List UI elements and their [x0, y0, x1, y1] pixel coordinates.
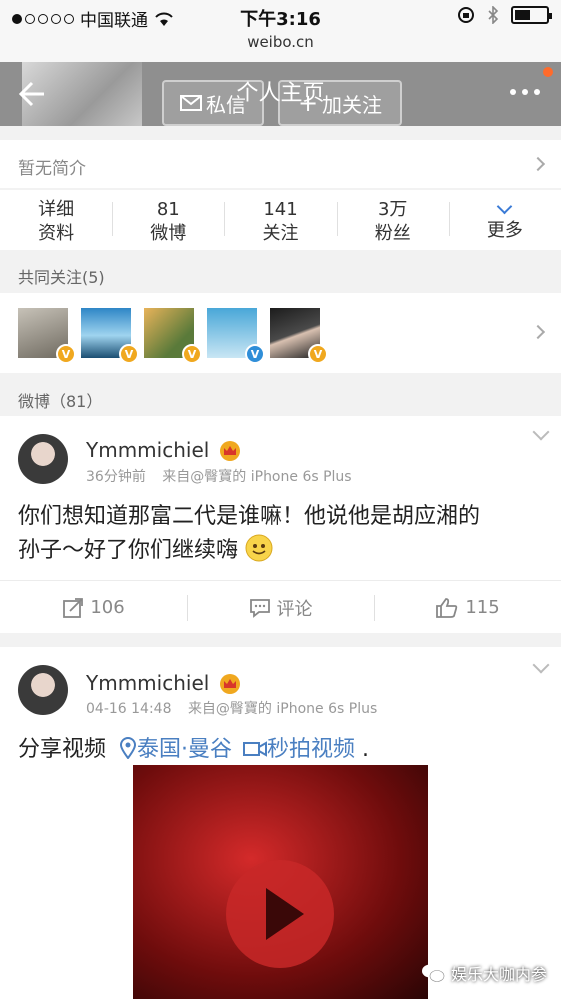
page-title: 个人主页: [236, 81, 325, 106]
video-camera-icon: [243, 741, 268, 757]
post-text-suffix: .: [362, 737, 370, 762]
stat-bottom: 粉丝: [374, 223, 411, 244]
stat-bottom: 微博: [150, 223, 187, 244]
stat-bottom: 资料: [38, 223, 75, 244]
battery-icon: [511, 6, 552, 24]
stat-more[interactable]: 更多: [448, 190, 561, 250]
notification-dot: [543, 67, 553, 77]
intro-text: 暂无简介: [18, 159, 86, 179]
stat-bottom: 关注: [262, 223, 299, 244]
common-follow-list[interactable]: V V V V V: [0, 293, 561, 373]
like-button[interactable]: 115: [374, 581, 561, 634]
stat-weibo[interactable]: 81 微博: [112, 190, 224, 250]
post-card: Ymmmichiel 36分钟前 来自@臀寶的 iPhone 6s Plus 你…: [0, 416, 561, 633]
comment-button[interactable]: 评论: [187, 581, 374, 634]
stat-followers[interactable]: 3万 粉丝: [336, 190, 449, 250]
wechat-icon: [421, 964, 445, 982]
stat-following[interactable]: 141 关注: [224, 190, 336, 250]
orientation-lock-icon: [458, 7, 474, 23]
video-thumbnail[interactable]: [133, 765, 428, 999]
profile-header: 私信 + 加关注 个人主页: [0, 62, 561, 126]
like-count: 115: [465, 597, 500, 618]
post-source: 来自@臀寶的 iPhone 6s Plus: [187, 701, 378, 717]
stat-top: 141: [263, 199, 298, 220]
stat-top: 81: [156, 199, 180, 220]
follow-avatar[interactable]: V: [207, 308, 265, 364]
play-button-icon[interactable]: [226, 860, 334, 968]
repost-count: 106: [90, 597, 125, 618]
stat-details[interactable]: 详细 资料: [0, 190, 112, 250]
vip-crown-icon: [220, 441, 240, 461]
watermark: 娱乐大咖内参: [421, 961, 547, 985]
status-bar: 中国联通 下午3:16 weibo.cn: [0, 0, 561, 62]
post-avatar[interactable]: [18, 434, 68, 484]
verified-badge-icon: V: [182, 344, 202, 364]
smile-emoji-icon: [245, 534, 273, 562]
follow-avatar[interactable]: V: [18, 308, 76, 364]
post-username[interactable]: Ymmmichiel: [86, 671, 209, 695]
follow-avatar[interactable]: V: [144, 308, 202, 364]
common-follow-header: 共同关注(5): [18, 268, 105, 287]
thumbs-up-icon: [436, 597, 458, 618]
bluetooth-icon: [488, 6, 499, 24]
post-meta: 36分钟前 来自@臀寶的 iPhone 6s Plus: [86, 466, 352, 486]
repost-button[interactable]: 106: [0, 581, 187, 634]
location-pin-icon: [120, 737, 137, 760]
post-actions: 106 评论 115: [0, 580, 561, 634]
repost-icon: [63, 597, 84, 618]
more-options-icon[interactable]: [507, 80, 543, 104]
watermark-text: 娱乐大咖内参: [450, 965, 547, 984]
comment-label: 评论: [276, 598, 313, 620]
post-time: 36分钟前: [86, 469, 146, 485]
stat-top: 详细: [38, 199, 75, 220]
chevron-down-icon: [497, 198, 513, 215]
stat-bottom: 更多: [486, 220, 523, 241]
verified-badge-icon: V: [56, 344, 76, 364]
stat-top: 3万: [377, 199, 408, 220]
post-text-prefix: 分享视频: [18, 737, 107, 762]
follow-avatar[interactable]: V: [81, 308, 139, 364]
verified-badge-icon: V: [119, 344, 139, 364]
post-menu-chevron-icon[interactable]: [532, 656, 550, 674]
profile-intro-row[interactable]: 暂无简介: [0, 140, 561, 188]
post-text-line: 你们想知道那富二代是谁嘛！他说他是胡应湘的: [18, 504, 481, 529]
follow-avatar[interactable]: V: [270, 308, 328, 364]
chevron-right-icon: [530, 324, 546, 340]
vip-crown-icon: [220, 674, 240, 694]
post-source: 来自@臀寶的 iPhone 6s Plus: [162, 469, 352, 485]
post-text-line: 孙子～好了你们继续嗨: [18, 534, 480, 568]
post-username[interactable]: Ymmmichiel: [86, 438, 209, 462]
chevron-right-icon: [530, 156, 546, 172]
profile-stats: 详细 资料 81 微博 141 关注 3万 粉丝 更多: [0, 190, 561, 250]
post-meta: 04-16 14:48 来自@臀寶的 iPhone 6s Plus: [86, 698, 377, 718]
post-time: 04-16 14:48: [86, 701, 172, 717]
comment-icon: [249, 598, 270, 618]
post-menu-chevron-icon[interactable]: [532, 423, 550, 441]
page-url[interactable]: weibo.cn: [0, 33, 561, 51]
post-text: 分享视频 泰国·曼谷 秒拍视频 .: [18, 733, 369, 767]
location-link[interactable]: 泰国·曼谷: [137, 737, 232, 762]
verified-badge-icon: V: [245, 344, 265, 364]
video-link[interactable]: 秒拍视频: [267, 737, 355, 762]
post-avatar[interactable]: [18, 665, 68, 715]
weibo-section-header: 微博（81）: [18, 392, 103, 411]
post-text: 你们想知道那富二代是谁嘛！他说他是胡应湘的 孙子～好了你们继续嗨: [18, 500, 480, 568]
verified-badge-icon: V: [308, 344, 328, 364]
